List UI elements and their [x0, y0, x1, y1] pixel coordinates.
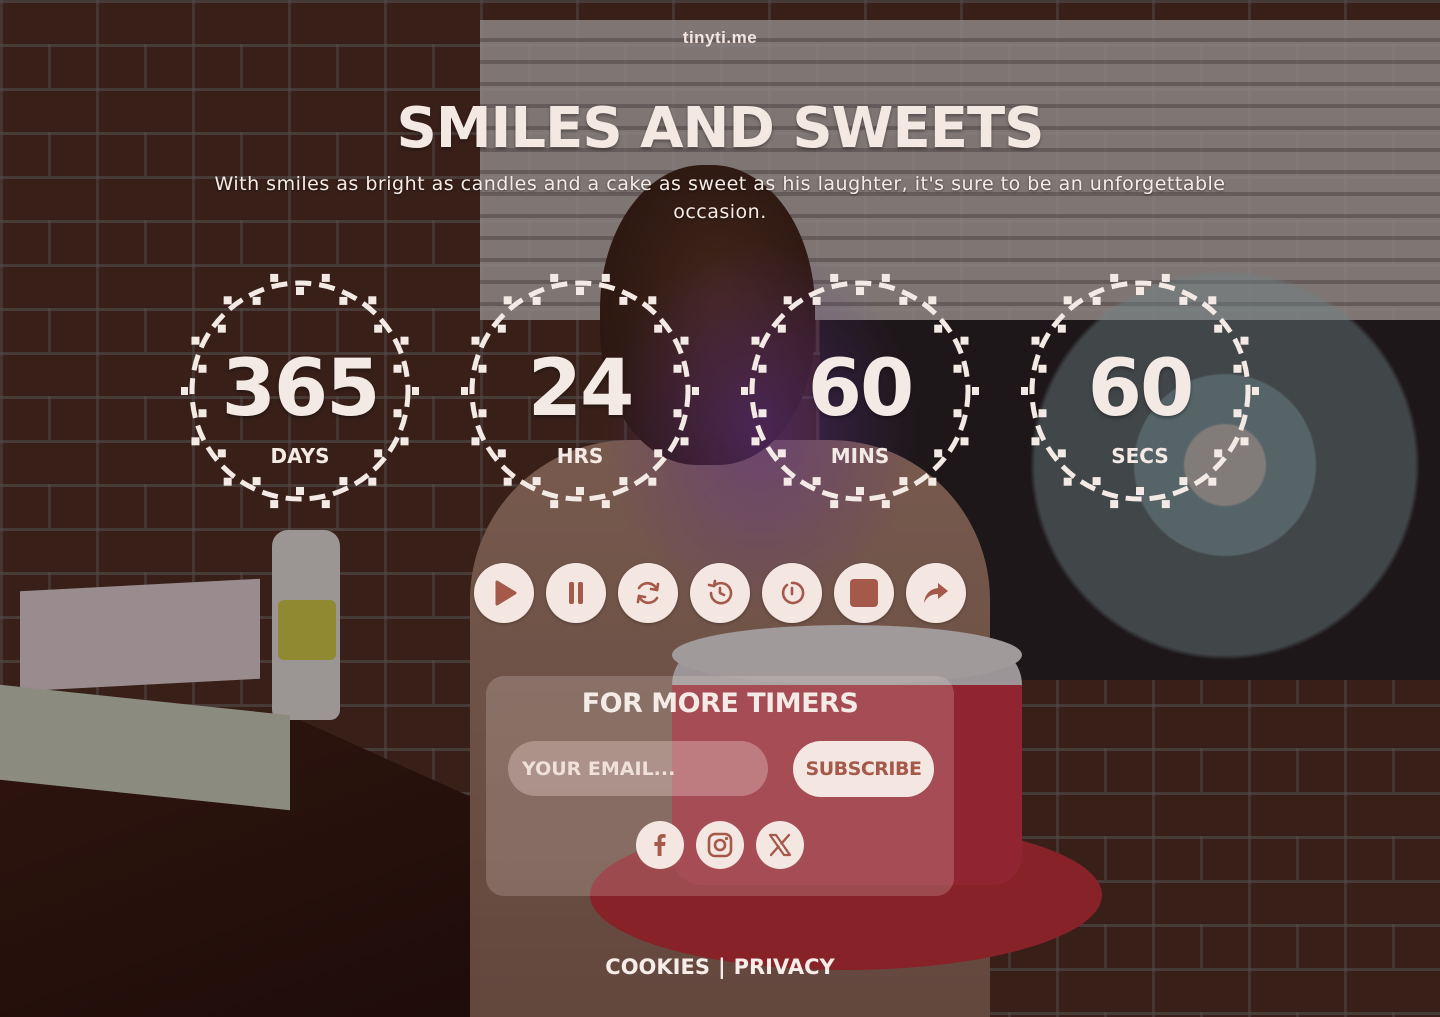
timer-controls — [474, 563, 968, 623]
page-title: Smiles and Sweets — [396, 96, 1045, 161]
timer-days-value: 365 — [221, 344, 381, 434]
instagram-link[interactable] — [696, 821, 744, 869]
timer-seconds-value: 60 — [1087, 344, 1195, 434]
timer-seconds-label: secs — [1111, 444, 1169, 468]
restart-button[interactable] — [762, 563, 822, 623]
timer-minutes: 60 mins — [741, 272, 979, 510]
stop-button[interactable] — [834, 563, 894, 623]
timer-hours-label: Hrs — [556, 444, 604, 468]
refresh-icon — [636, 581, 660, 605]
privacy-link[interactable]: PRIVACY — [734, 955, 835, 979]
stop-icon — [850, 579, 878, 607]
instagram-icon — [707, 832, 733, 858]
timer-hours-value: 24 — [527, 344, 635, 434]
timer-seconds: 60 secs — [1021, 272, 1259, 510]
footer: COOKIES | PRIVACY — [0, 955, 1440, 979]
timer-minutes-label: mins — [830, 444, 890, 468]
history-icon — [707, 579, 733, 605]
email-input[interactable] — [508, 741, 768, 796]
timer-hours: 24 Hrs — [461, 272, 699, 510]
x-link[interactable] — [756, 821, 804, 869]
facebook-link[interactable] — [636, 821, 684, 869]
pause-button[interactable] — [546, 563, 606, 623]
page-subtitle: With smiles as bright as candles and a c… — [214, 173, 1226, 223]
timer-days: 365 Days — [181, 272, 419, 510]
subscribe-button[interactable]: Subscribe — [793, 741, 934, 797]
pause-icon — [569, 582, 583, 604]
play-button[interactable] — [474, 563, 534, 623]
timer-days-label: Days — [270, 444, 330, 468]
timer-minutes-value: 60 — [807, 344, 915, 434]
share-icon — [924, 583, 948, 603]
refresh-button[interactable] — [618, 563, 678, 623]
share-button[interactable] — [906, 563, 966, 623]
footer-separator: | — [717, 955, 726, 979]
subscribe-title: For More Timers — [581, 688, 859, 719]
facebook-icon — [654, 834, 666, 856]
restart-icon — [781, 581, 805, 605]
cookies-link[interactable]: COOKIES — [605, 955, 710, 979]
brand-logo[interactable]: tinyti.me — [0, 28, 1440, 48]
history-button[interactable] — [690, 563, 750, 623]
x-icon — [768, 833, 792, 857]
play-icon — [495, 580, 517, 606]
